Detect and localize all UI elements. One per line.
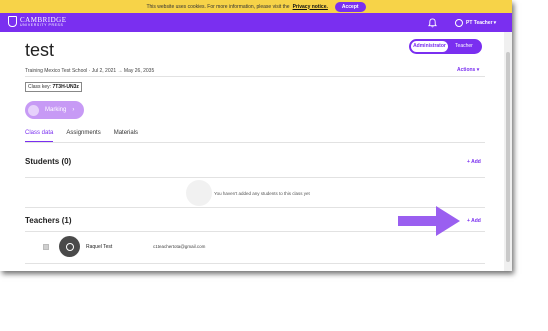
- profile-icon: [59, 236, 80, 257]
- marking-label: Marking: [45, 107, 67, 113]
- tab-assignments[interactable]: Assignments: [66, 130, 100, 142]
- scrollbar[interactable]: [504, 32, 512, 271]
- class-key-badge: Class key: 7T3H-UN3z: [25, 82, 82, 92]
- empty-state-illustration: [186, 180, 212, 206]
- tab-class-data[interactable]: Class data: [25, 130, 54, 142]
- divider: [25, 263, 485, 264]
- logo-name: CAMBRIDGE: [20, 15, 67, 24]
- cookie-text: This website uses cookies. For more info…: [146, 3, 290, 10]
- class-key-value: 7T3H-UN3z: [52, 84, 79, 90]
- actions-dropdown[interactable]: Actions ▾: [457, 67, 479, 73]
- students-heading: Students (0): [25, 157, 72, 166]
- cambridge-crest-icon: [8, 16, 17, 27]
- class-meta: Training Mexico Test School · Jul 2, 202…: [25, 68, 155, 74]
- accept-cookies-button[interactable]: Accept: [334, 1, 366, 12]
- profile-ring: [65, 242, 74, 251]
- teacher-name: Raquel Test: [86, 244, 113, 250]
- chevron-right-icon: ›: [72, 107, 75, 113]
- teacher-email: c1teachertota@gmail.com: [153, 244, 206, 249]
- add-student-button[interactable]: + Add: [467, 159, 481, 165]
- bell-icon[interactable]: [428, 18, 437, 28]
- tab-materials[interactable]: Materials: [114, 130, 138, 142]
- chevron-down-icon: ▾: [476, 67, 480, 73]
- page-title: test: [25, 40, 55, 60]
- teachers-heading: Teachers (1): [25, 216, 72, 225]
- marking-icon: [28, 104, 39, 116]
- cookie-banner: This website uses cookies. For more info…: [0, 0, 512, 13]
- role-option-administrator[interactable]: Administrator: [411, 41, 448, 52]
- annotation-arrow: [398, 206, 460, 236]
- actions-label: Actions: [457, 67, 476, 73]
- marking-button[interactable]: Marking ›: [25, 101, 84, 119]
- logo-text: CAMBRIDGE UNIVERSITY PRESS: [20, 15, 67, 27]
- divider: [25, 177, 485, 178]
- privacy-notice-link[interactable]: Privacy notice.: [293, 4, 328, 10]
- table-row[interactable]: Raquel Test c1teachertota@gmail.com: [25, 234, 485, 261]
- scrollbar-thumb[interactable]: [506, 52, 510, 262]
- chevron-down-icon: ▾: [493, 20, 497, 26]
- add-teacher-button[interactable]: + Add: [467, 218, 481, 224]
- screenshot-stage: CAMBRIDGE UNIVERSITY PRESS PT Teacher ▾ …: [0, 0, 548, 331]
- user-avatar-icon: [455, 19, 463, 27]
- role-toggle[interactable]: Administrator Teacher: [409, 39, 482, 54]
- user-menu[interactable]: PT Teacher ▾: [455, 19, 496, 27]
- logo-sub: UNIVERSITY PRESS: [20, 22, 64, 27]
- user-name: PT Teacher: [466, 20, 493, 26]
- class-tabs: Class data Assignments Materials: [25, 130, 151, 142]
- role-option-teacher[interactable]: Teacher: [448, 41, 480, 52]
- checkbox-icon[interactable]: [43, 244, 49, 250]
- cambridge-logo[interactable]: CAMBRIDGE UNIVERSITY PRESS: [8, 16, 67, 27]
- browser-window: CAMBRIDGE UNIVERSITY PRESS PT Teacher ▾ …: [0, 0, 512, 271]
- divider: [25, 142, 485, 143]
- class-key-label: Class key:: [28, 84, 52, 90]
- divider: [25, 76, 485, 77]
- students-empty-message: You haven't added any students to this c…: [214, 191, 310, 196]
